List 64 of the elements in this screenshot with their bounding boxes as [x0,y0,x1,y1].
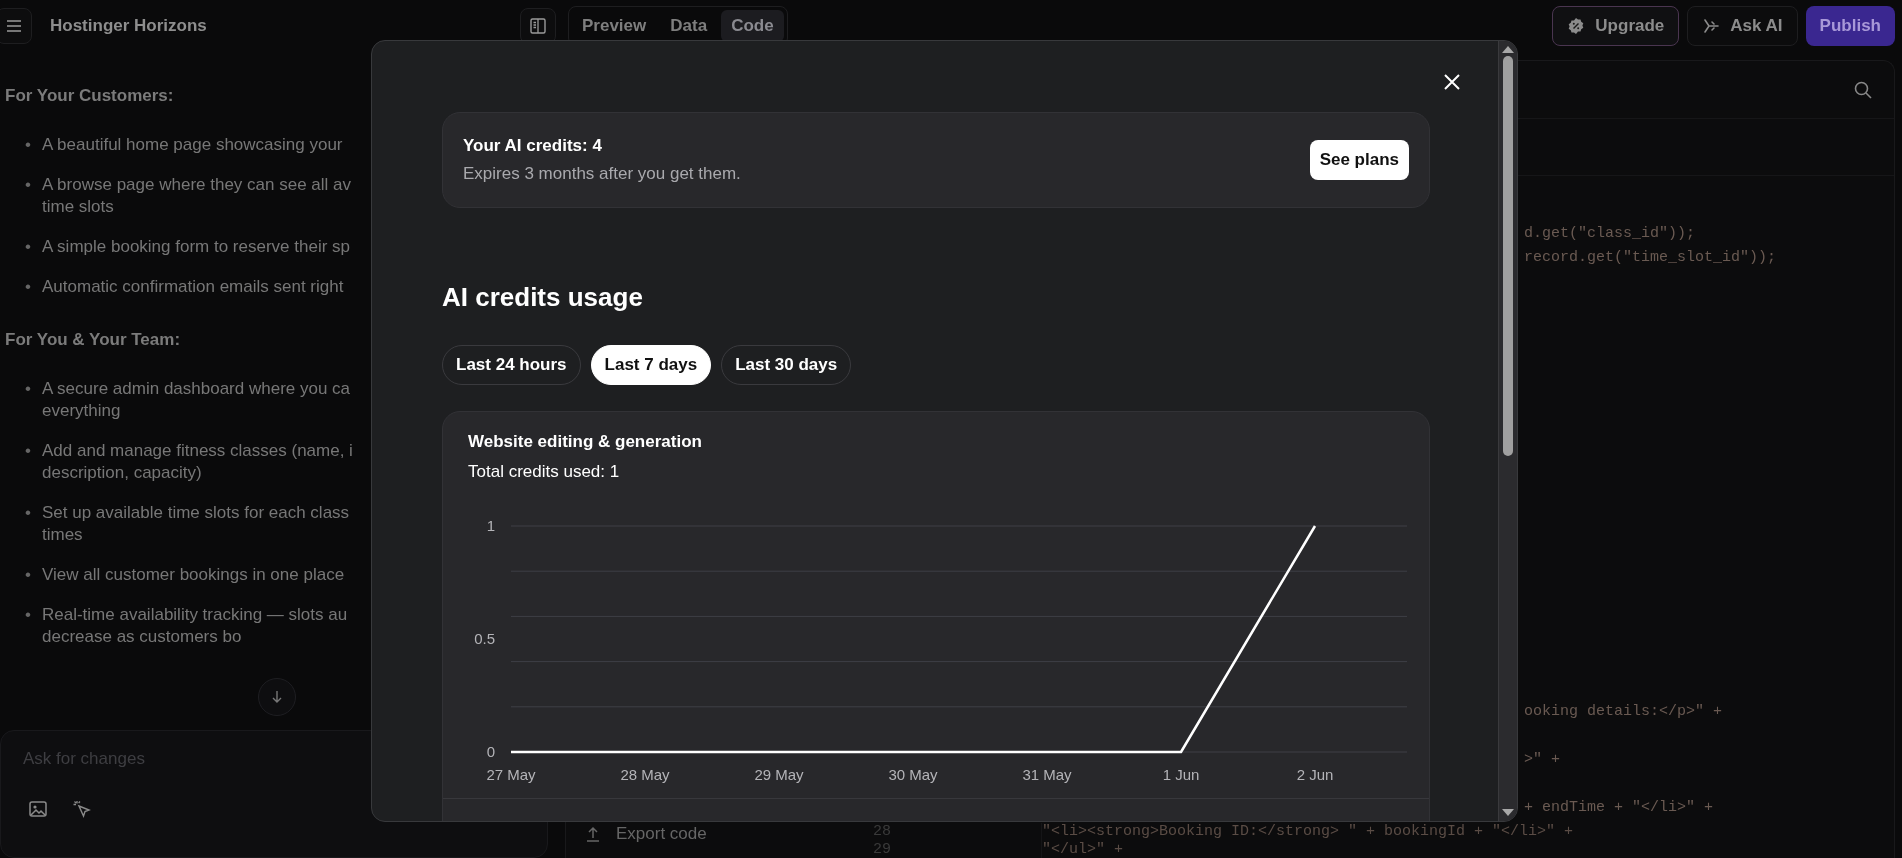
scroll-up-icon[interactable] [1502,45,1514,53]
x-tick-label: 1 Jun [1162,766,1200,783]
feature-item: A secure admin dashboard where you ca everything [42,378,352,422]
x-tick-label: 31 May [1022,766,1072,783]
bullet-marker: • [25,378,32,400]
credits-total: Total credits used: 1 [468,462,621,482]
close-icon [1443,73,1461,91]
bullet-marker: • [25,564,32,586]
credits-title: Your AI credits: 4 [463,136,603,156]
pointer-sparkle-icon[interactable] [72,799,92,819]
ask-ai-button[interactable]: Ask AI [1687,6,1798,46]
feature-item: Automatic confirmation emails sent right [42,276,345,298]
upload-icon [584,825,602,843]
x-tick-label: 28 May [620,766,670,783]
credits-expiry: Expires 3 months after you get them. [463,164,741,184]
code-line: record.get("time_slot_id")); [1524,248,1777,268]
bullet-marker: • [25,276,32,298]
bullet-marker: • [25,236,32,258]
see-plans-button[interactable]: See plans [1309,140,1409,180]
scroll-down-icon[interactable] [1502,809,1514,817]
feature-item: A simple booking form to reserve their sp [42,236,352,258]
view-tab[interactable]: Code [721,10,784,42]
code-line: "</ul>" + [1042,841,1123,858]
code-line: + endTime + "</li>" + [1524,798,1714,818]
down-arrow-icon [270,690,284,704]
menu-icon [6,19,22,33]
image-icon[interactable] [28,799,48,819]
feature-item: A browse page where they can see all av time slots [42,174,353,218]
chart-title: Website editing & generation [468,432,703,452]
code-line: >" + [1524,750,1560,770]
bullet-marker: • [25,502,32,524]
bullet-marker: • [25,134,32,156]
y-tick-label: 0 [486,743,495,760]
x-tick-label: 27 May [486,766,536,783]
badge-icon [1567,17,1586,35]
scrollbar[interactable] [1498,41,1517,821]
bullet-marker: • [25,174,32,196]
x-tick-label: 29 May [754,766,804,783]
app-name: Hostinger Horizons [50,16,207,36]
bullet-marker: • [25,440,32,462]
feature-item: Real-time availability tracking — slots au decrease as customers bo [42,604,349,648]
y-tick-label: 1 [486,517,495,534]
feature-item: Set up available time slots for each class times [42,502,351,546]
range-tab[interactable]: Last 7 days [590,345,712,385]
upgrade-button[interactable]: Upgrade [1552,6,1680,46]
x-tick-label: 2 Jun [1296,766,1334,783]
publish-button[interactable]: Publish [1805,6,1895,46]
section-heading: For Your Customers: [5,85,175,107]
code-line: "<li><strong>Booking ID:</strong> " + bookingId + "</li>" + [1042,823,1574,841]
feature-item: A beautiful home page showcasing your [42,134,344,156]
menu-button[interactable] [0,8,32,44]
code-line: ooking details:</p>" + [1524,702,1723,722]
x-tick-label: 30 May [888,766,938,783]
view-tab[interactable]: Preview [572,10,657,42]
section-heading: For You & Your Team: [5,329,182,351]
export-code-button[interactable]: Export code [584,821,851,847]
usage-title: AI credits usage [442,281,644,313]
sidebar-icon [529,17,547,35]
bullet-marker: • [25,604,32,626]
view-tab[interactable]: Data [660,10,718,42]
code-line: d.get("class_id")); [1524,224,1696,244]
feature-item: Add and manage fitness classes (name, i description, capacity) [42,440,354,484]
y-tick-label: 0.5 [474,630,495,647]
feature-item: View all customer bookings in one place [42,564,346,586]
